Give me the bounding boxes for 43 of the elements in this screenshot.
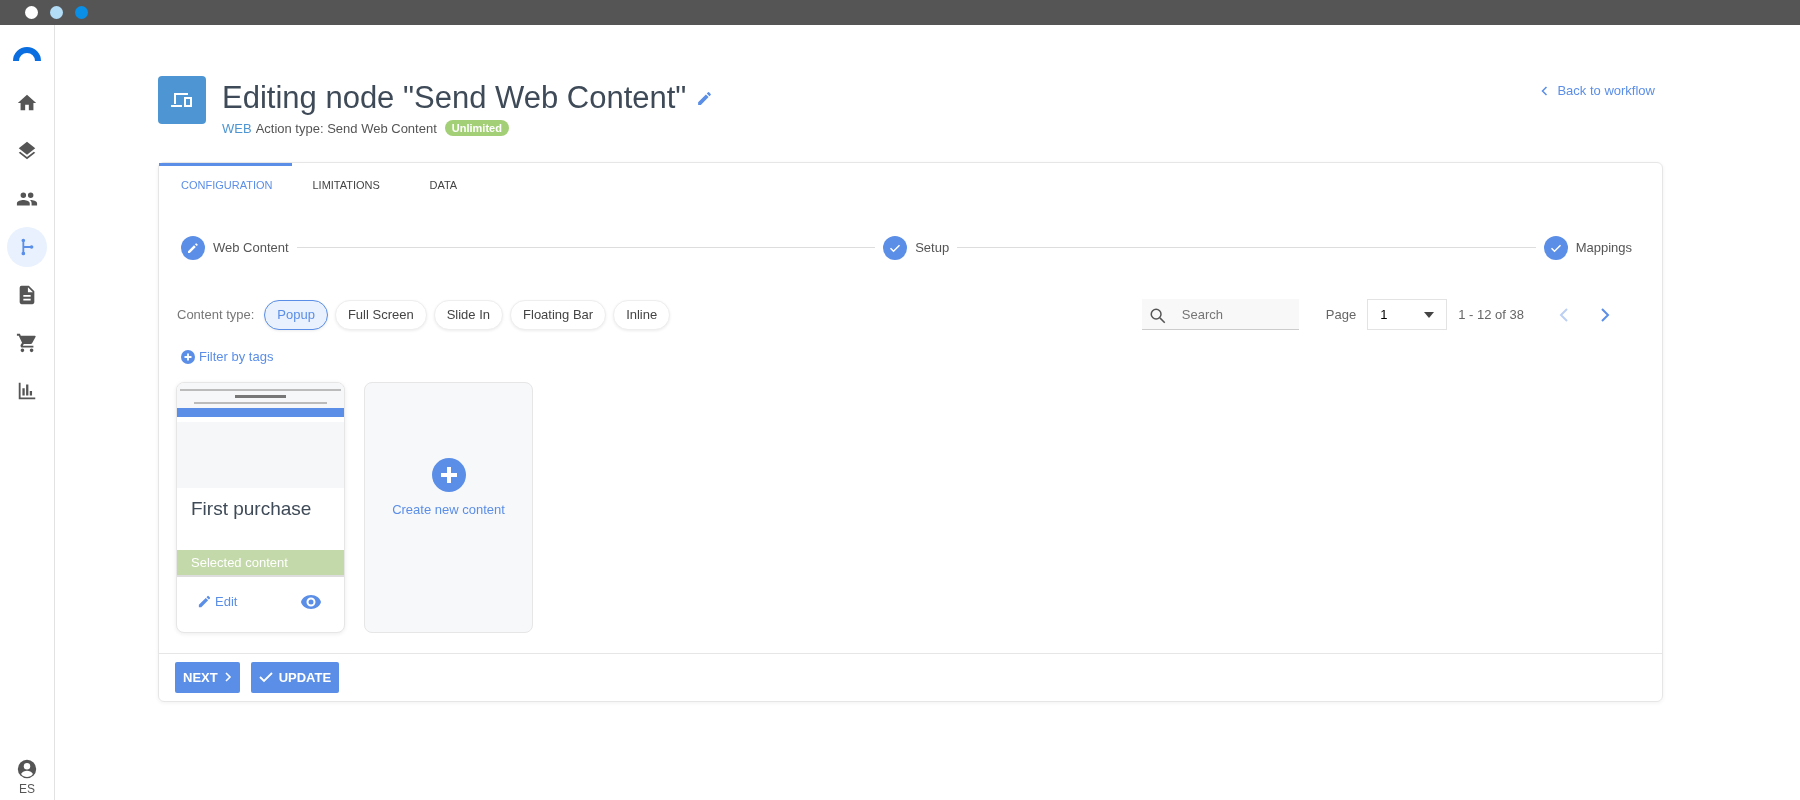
- chevron-right-icon: [1600, 306, 1610, 323]
- chevron-right-icon: [223, 671, 232, 683]
- preview-eye-icon[interactable]: [300, 593, 322, 610]
- page-select[interactable]: 1: [1367, 299, 1448, 330]
- chevron-left-icon: [1559, 306, 1569, 323]
- channel-label: WEB: [222, 120, 252, 136]
- selected-content-status: Selected content: [177, 549, 344, 577]
- sidebar-item[interactable]: [7, 227, 47, 267]
- content-card[interactable]: First purchase Selected content Edit: [176, 381, 345, 633]
- pencil-icon: [197, 594, 212, 609]
- bar-chart-icon: [16, 380, 38, 402]
- chevron-left-icon: [1541, 85, 1549, 96]
- card-title: First purchase: [190, 496, 313, 521]
- content-type-chip[interactable]: Slide In: [433, 299, 504, 330]
- user-avatar-icon[interactable]: [16, 758, 38, 780]
- content-type-chip[interactable]: Full Screen: [334, 299, 427, 330]
- page-title: Editing node "Send Web Content": [222, 80, 687, 116]
- window-dot-icon[interactable]: [50, 6, 63, 19]
- page-range-text: 1 - 12 of 38: [1458, 307, 1524, 322]
- tab[interactable]: DATA: [409, 163, 527, 203]
- user-initials: ES: [19, 782, 35, 796]
- content-type-chip[interactable]: Inline: [613, 299, 671, 330]
- window-dot-icon[interactable]: [25, 6, 38, 19]
- window-dot-icon[interactable]: [75, 6, 88, 19]
- unlimited-badge: Unlimited: [444, 120, 509, 136]
- tab[interactable]: LIMITATIONS: [292, 163, 410, 203]
- check-icon: [258, 671, 273, 683]
- cart-icon: [16, 332, 38, 354]
- dropdown-caret-icon: [1424, 311, 1435, 318]
- edit-icon[interactable]: [696, 89, 714, 107]
- plus-circle-icon: [431, 458, 466, 492]
- action-type-text: Action type: Send Web Content: [255, 120, 437, 136]
- search-field[interactable]: Search: [1141, 299, 1299, 330]
- step-label: Web Content: [213, 240, 289, 255]
- step-label: Setup: [915, 240, 950, 255]
- page-label: Page: [1325, 307, 1357, 322]
- plus-circle-icon: [181, 349, 195, 364]
- logo-icon[interactable]: [11, 45, 43, 61]
- step-label: Mappings: [1575, 240, 1632, 255]
- content-type-chip[interactable]: Floating Bar: [510, 299, 607, 330]
- content-type-label: Content type:: [177, 307, 255, 322]
- devices-icon: [170, 91, 194, 109]
- layers-icon: [16, 140, 38, 162]
